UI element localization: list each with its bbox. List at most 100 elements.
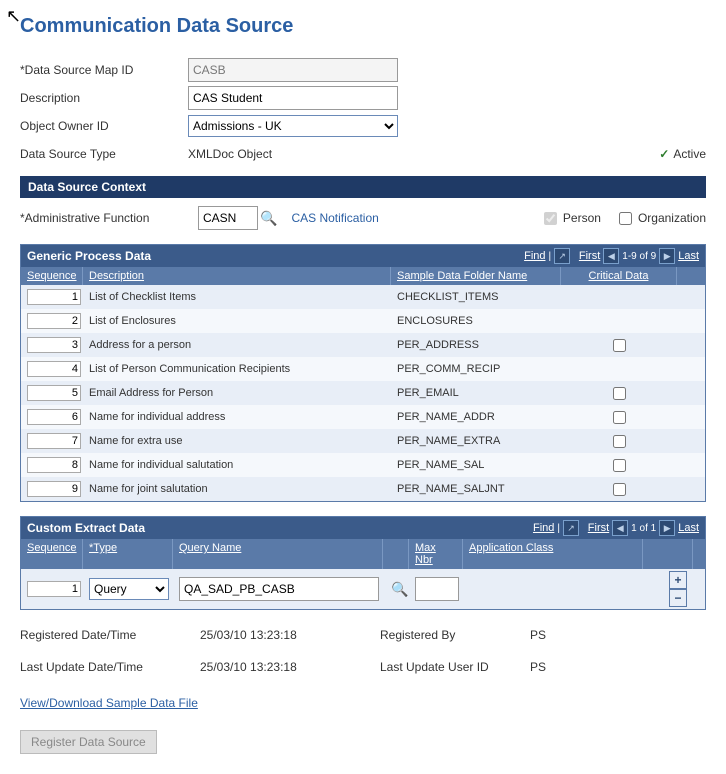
row-folder: ENCLOSURES [391, 313, 561, 329]
critical-data-checkbox[interactable] [613, 411, 626, 424]
critical-data-checkbox[interactable] [613, 435, 626, 448]
cursor-icon: ↖ [6, 6, 21, 27]
gpd-header-critical[interactable]: Critical Data [561, 267, 677, 285]
table-row: List of EnclosuresENCLOSURES [21, 309, 705, 333]
ced-app-class [463, 587, 643, 591]
row-critical-cell [561, 454, 677, 477]
ced-first-link[interactable]: First [588, 522, 609, 534]
ced-sequence-input[interactable] [27, 581, 81, 597]
map-id-input [188, 58, 398, 82]
ced-next-icon[interactable]: ▶ [659, 520, 675, 536]
add-row-button[interactable]: + [669, 571, 687, 589]
active-label: Active [673, 147, 706, 161]
context-section-bar: Data Source Context [20, 176, 706, 198]
row-description-link[interactable]: Address for a person [83, 337, 391, 353]
admin-func-label: Administrative Function [20, 211, 198, 225]
owner-id-select[interactable]: Admissions - UK [188, 115, 398, 137]
reg-by-label: Registered By [380, 628, 530, 642]
lookup-icon[interactable]: 🔍 [260, 210, 277, 227]
reg-by-value: PS [530, 628, 630, 642]
sequence-input[interactable] [27, 313, 81, 329]
row-description-link[interactable]: List of Enclosures [83, 313, 391, 329]
ced-header-type[interactable]: *Type [83, 539, 173, 569]
ced-header-sequence[interactable]: Sequence [21, 539, 83, 569]
row-folder: PER_EMAIL [391, 385, 561, 401]
row-description-link[interactable]: Email Address for Person [83, 385, 391, 401]
download-sample-link[interactable]: View/Download Sample Data File [20, 696, 198, 710]
row-critical-cell [561, 367, 677, 371]
organization-checkbox[interactable] [619, 212, 632, 225]
gpd-zoom-icon[interactable]: ↗ [554, 248, 570, 264]
row-description-link[interactable]: Name for joint salutation [83, 481, 391, 497]
ced-find-link[interactable]: Find [533, 522, 554, 534]
description-label: Description [20, 91, 188, 105]
ced-header-lookup [383, 539, 409, 569]
row-folder: PER_NAME_ADDR [391, 409, 561, 425]
row-description-link[interactable]: Name for extra use [83, 433, 391, 449]
gpd-first-link[interactable]: First [579, 250, 600, 262]
table-row: List of Person Communication RecipientsP… [21, 357, 705, 381]
critical-data-checkbox[interactable] [613, 459, 626, 472]
map-id-label: Data Source Map ID [20, 63, 188, 77]
sequence-input[interactable] [27, 337, 81, 353]
row-folder: PER_NAME_SALJNT [391, 481, 561, 497]
description-input[interactable] [188, 86, 398, 110]
row-description-link[interactable]: List of Person Communication Recipients [83, 361, 391, 377]
sequence-input[interactable] [27, 409, 81, 425]
generic-process-data-grid: Generic Process Data Find | ↗ First ◀ 1-… [20, 244, 706, 502]
active-check-icon: ✓ [659, 147, 669, 161]
ced-header-app[interactable]: Application Class [463, 539, 643, 569]
row-description-link[interactable]: Name for individual salutation [83, 457, 391, 473]
row-folder: PER_NAME_SAL [391, 457, 561, 473]
sequence-input[interactable] [27, 289, 81, 305]
row-critical-cell [561, 382, 677, 405]
gpd-header-description[interactable]: Description [83, 267, 391, 285]
row-folder: PER_ADDRESS [391, 337, 561, 353]
critical-data-checkbox[interactable] [613, 387, 626, 400]
ced-last-link[interactable]: Last [678, 522, 699, 534]
row-critical-cell [561, 430, 677, 453]
critical-data-checkbox[interactable] [613, 483, 626, 496]
ced-query-name-input[interactable] [179, 577, 379, 601]
lookup-icon[interactable]: 🔍 [391, 581, 408, 597]
ced-header-max[interactable]: Max Nbr [409, 539, 463, 569]
critical-data-checkbox[interactable] [613, 339, 626, 352]
row-folder: PER_COMM_RECIP [391, 361, 561, 377]
admin-func-input[interactable] [198, 206, 258, 230]
delete-row-button[interactable]: − [669, 589, 687, 607]
row-critical-cell [561, 334, 677, 357]
table-row: Name for individual salutationPER_NAME_S… [21, 453, 705, 477]
row-folder: PER_NAME_EXTRA [391, 433, 561, 449]
gpd-next-icon[interactable]: ▶ [659, 248, 675, 264]
src-type-value: XMLDoc Object [188, 147, 272, 161]
sequence-input[interactable] [27, 433, 81, 449]
row-description-link[interactable]: Name for individual address [83, 409, 391, 425]
row-description-link[interactable]: List of Checklist Items [83, 289, 391, 305]
ced-title: Custom Extract Data [27, 521, 145, 535]
row-critical-cell [561, 478, 677, 501]
reg-dt-value: 25/03/10 13:23:18 [200, 628, 380, 642]
gpd-header-sequence[interactable]: Sequence [21, 267, 83, 285]
gpd-header-folder[interactable]: Sample Data Folder Name [391, 267, 561, 285]
sequence-input[interactable] [27, 385, 81, 401]
table-row: Name for joint salutationPER_NAME_SALJNT [21, 477, 705, 501]
organization-label: Organization [638, 211, 706, 225]
sequence-input[interactable] [27, 481, 81, 497]
row-critical-cell [561, 295, 677, 299]
ced-type-select[interactable]: Query [89, 578, 169, 600]
row-critical-cell [561, 319, 677, 323]
upd-dt-value: 25/03/10 13:23:18 [200, 660, 380, 674]
src-type-label: Data Source Type [20, 147, 188, 161]
sequence-input[interactable] [27, 361, 81, 377]
ced-zoom-icon[interactable]: ↗ [563, 520, 579, 536]
table-row: Address for a personPER_ADDRESS [21, 333, 705, 357]
ced-max-nbr-input[interactable] [415, 577, 459, 601]
table-row: Email Address for PersonPER_EMAIL [21, 381, 705, 405]
gpd-last-link[interactable]: Last [678, 250, 699, 262]
gpd-prev-icon[interactable]: ◀ [603, 248, 619, 264]
person-checkbox [544, 212, 557, 225]
ced-prev-icon[interactable]: ◀ [612, 520, 628, 536]
sequence-input[interactable] [27, 457, 81, 473]
ced-header-qname[interactable]: Query Name [173, 539, 383, 569]
gpd-find-link[interactable]: Find [524, 250, 545, 262]
